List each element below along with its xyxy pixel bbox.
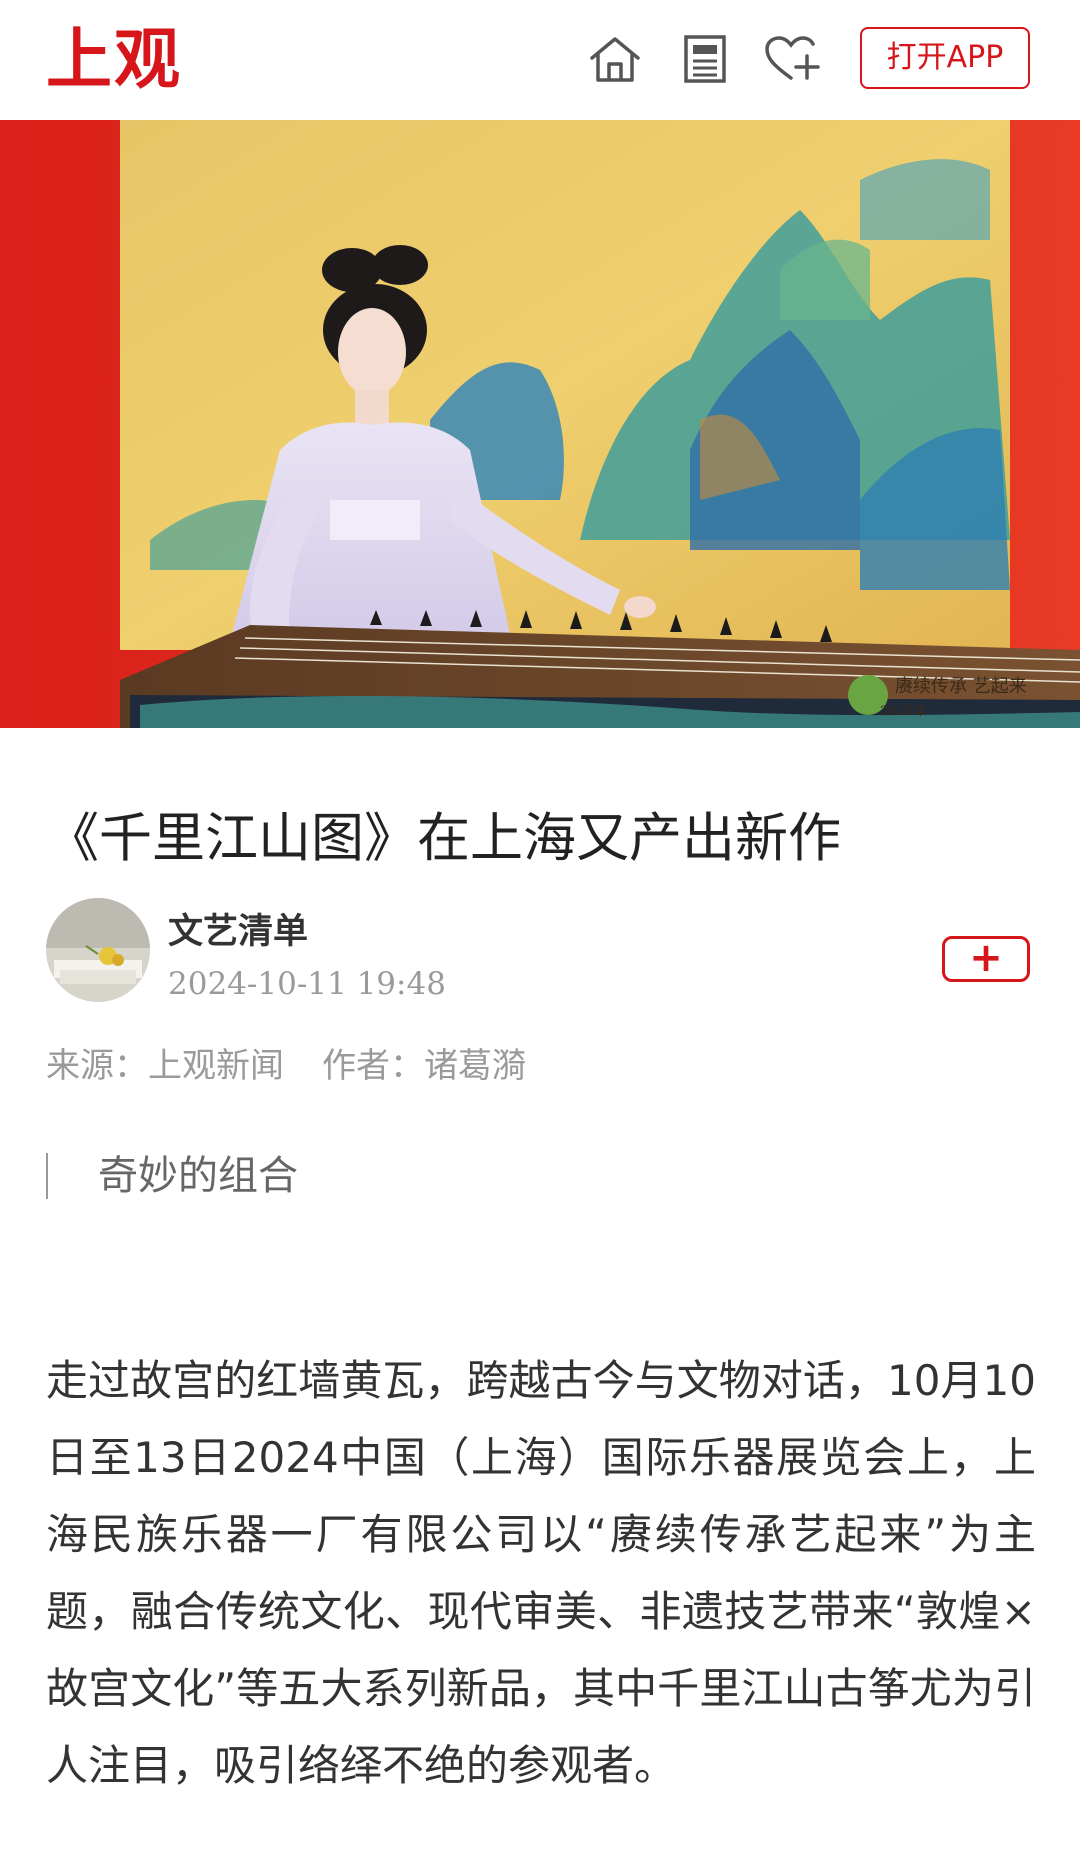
author-avatar[interactable] [46, 898, 150, 1002]
writer-value: 诸葛漪 [424, 1046, 526, 1086]
hero-caption-logo: 赓续传承 艺起来 [895, 676, 1027, 697]
news-list-icon[interactable] [678, 34, 736, 84]
top-bar: 上观 打开APP [0, 0, 1080, 121]
hero-image: 赓续传承 艺起来 2024年 [0, 120, 1080, 728]
hero-caption-year: 2024年 [880, 704, 926, 719]
article-title: 《千里江山图》在上海又产出新作 [46, 807, 841, 869]
source-value: 上观新闻 [148, 1046, 284, 1086]
writer-label: 作者： [322, 1046, 424, 1086]
section-divider [46, 1153, 48, 1199]
author-name[interactable]: 文艺清单 [168, 910, 308, 954]
brand-logo[interactable]: 上观 [46, 20, 182, 98]
section-heading: 奇妙的组合 [98, 1153, 298, 1199]
article-paragraph: 走过故宫的红墙黄瓦，跨越古今与文物对话，10月10日至13日2024中国（上海）… [46, 1356, 1036, 1790]
publish-time: 2024-10-11 19:48 [168, 966, 446, 1002]
home-icon[interactable] [586, 34, 644, 84]
source-line: 来源：上观新闻 作者：诸葛漪 [46, 1042, 526, 1090]
favorite-add-icon[interactable] [763, 34, 821, 84]
source-label: 来源： [46, 1046, 148, 1086]
open-app-button[interactable]: 打开APP [860, 27, 1030, 89]
follow-button[interactable]: + [942, 936, 1030, 982]
